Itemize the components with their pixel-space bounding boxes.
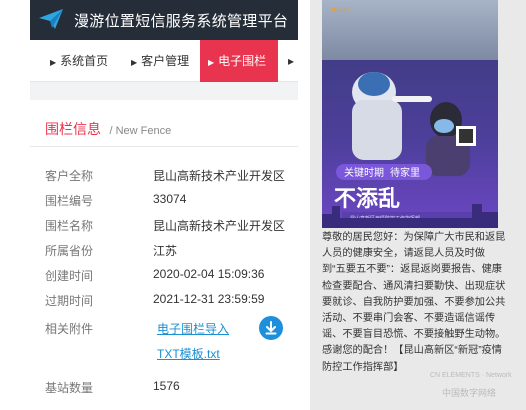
field-value: 33074 (153, 192, 187, 206)
nav-item-home[interactable]: ▶ 系统首页 (50, 40, 108, 82)
app-header: 漫游位置短信服务系统管理平台 (30, 0, 298, 40)
poster-slogan-big: 不添乱 (334, 187, 400, 212)
download-icon (265, 321, 277, 335)
main-nav: ▶ 系统首页 ▶ 客户管理 ▶ 电子围栏 ▸ (30, 40, 298, 82)
poster-description: 尊敬的居民您好：为保障广大市民和返昆人员的健康安全，请返昆人员及时做到“五要五不… (322, 232, 506, 373)
watermark-line2: 中国数字网络 (442, 388, 497, 398)
field-value: 2021-12-31 23:59:59 (153, 292, 265, 306)
download-button[interactable] (259, 316, 283, 340)
content-gap (30, 82, 298, 100)
section-divider (30, 146, 298, 147)
field-label: 基站数量 (45, 381, 94, 395)
field-attachment: 相关附件 电子围栏导入 TXT模板.txt (45, 316, 295, 370)
field-value: 2020-02-04 15:09:36 (153, 267, 265, 281)
poster-brand: KSHD (332, 8, 350, 14)
field-value: 昆山高新技术产业开发区 (153, 219, 286, 233)
nav-item-fence[interactable]: ▶ 电子围栏 (200, 40, 278, 82)
field-value: 1576 (153, 379, 180, 393)
field-label: 围栏名称 (45, 219, 94, 233)
section-subtitle: / New Fence (109, 125, 172, 137)
nav-overflow-arrow[interactable]: ▸ (288, 40, 294, 82)
left-panel: 漫游位置短信服务系统管理平台 ▶ 系统首页 ▶ 客户管理 ▶ 电子围栏 ▸ 围栏信息 … (0, 0, 298, 410)
field-label: 相关附件 (45, 322, 94, 336)
attachment-link-line2[interactable]: TXT模板.txt (157, 345, 220, 362)
campaign-poster: KSHD 关键时期 待家里 不添乱 昆山高新区疫情防控工作指挥部 (322, 0, 498, 228)
chevron-right-icon: ▶ (50, 58, 57, 67)
attachment-link-line1[interactable]: 电子围栏导入 (157, 320, 229, 337)
field-label: 所属省份 (45, 244, 94, 258)
field-value: 昆山高新技术产业开发区 (153, 169, 286, 183)
section-header: 围栏信息 / New Fence (45, 119, 171, 139)
chevron-right-icon: ▶ (208, 58, 215, 67)
paper-plane-icon (39, 9, 63, 29)
poster-image: KSHD 关键时期 待家里 不添乱 昆山高新区疫情防控工作指挥部 (322, 0, 498, 228)
section-title: 围栏信息 (45, 121, 101, 137)
nav-item-customers[interactable]: ▶ 客户管理 (131, 40, 189, 82)
watermark-line1: CN ELEMENTS · Network (430, 372, 512, 379)
field-value: 江苏 (153, 244, 178, 258)
poster-slogan-mid: 待家里 (390, 166, 420, 179)
attachment-preview-panel: KSHD 关键时期 待家里 不添乱 昆山高新区疫情防控工作指挥部 尊敬的居民您好… (310, 0, 526, 410)
app-title: 漫游位置短信服务系统管理平台 (74, 13, 289, 30)
field-label: 过期时间 (45, 294, 94, 308)
poster-slogan-top: 关键时期 (344, 166, 384, 179)
field-label: 围栏编号 (45, 194, 94, 208)
chevron-right-icon: ▶ (131, 58, 138, 67)
field-label: 创建时间 (45, 269, 94, 283)
field-label: 客户全称 (45, 169, 94, 183)
